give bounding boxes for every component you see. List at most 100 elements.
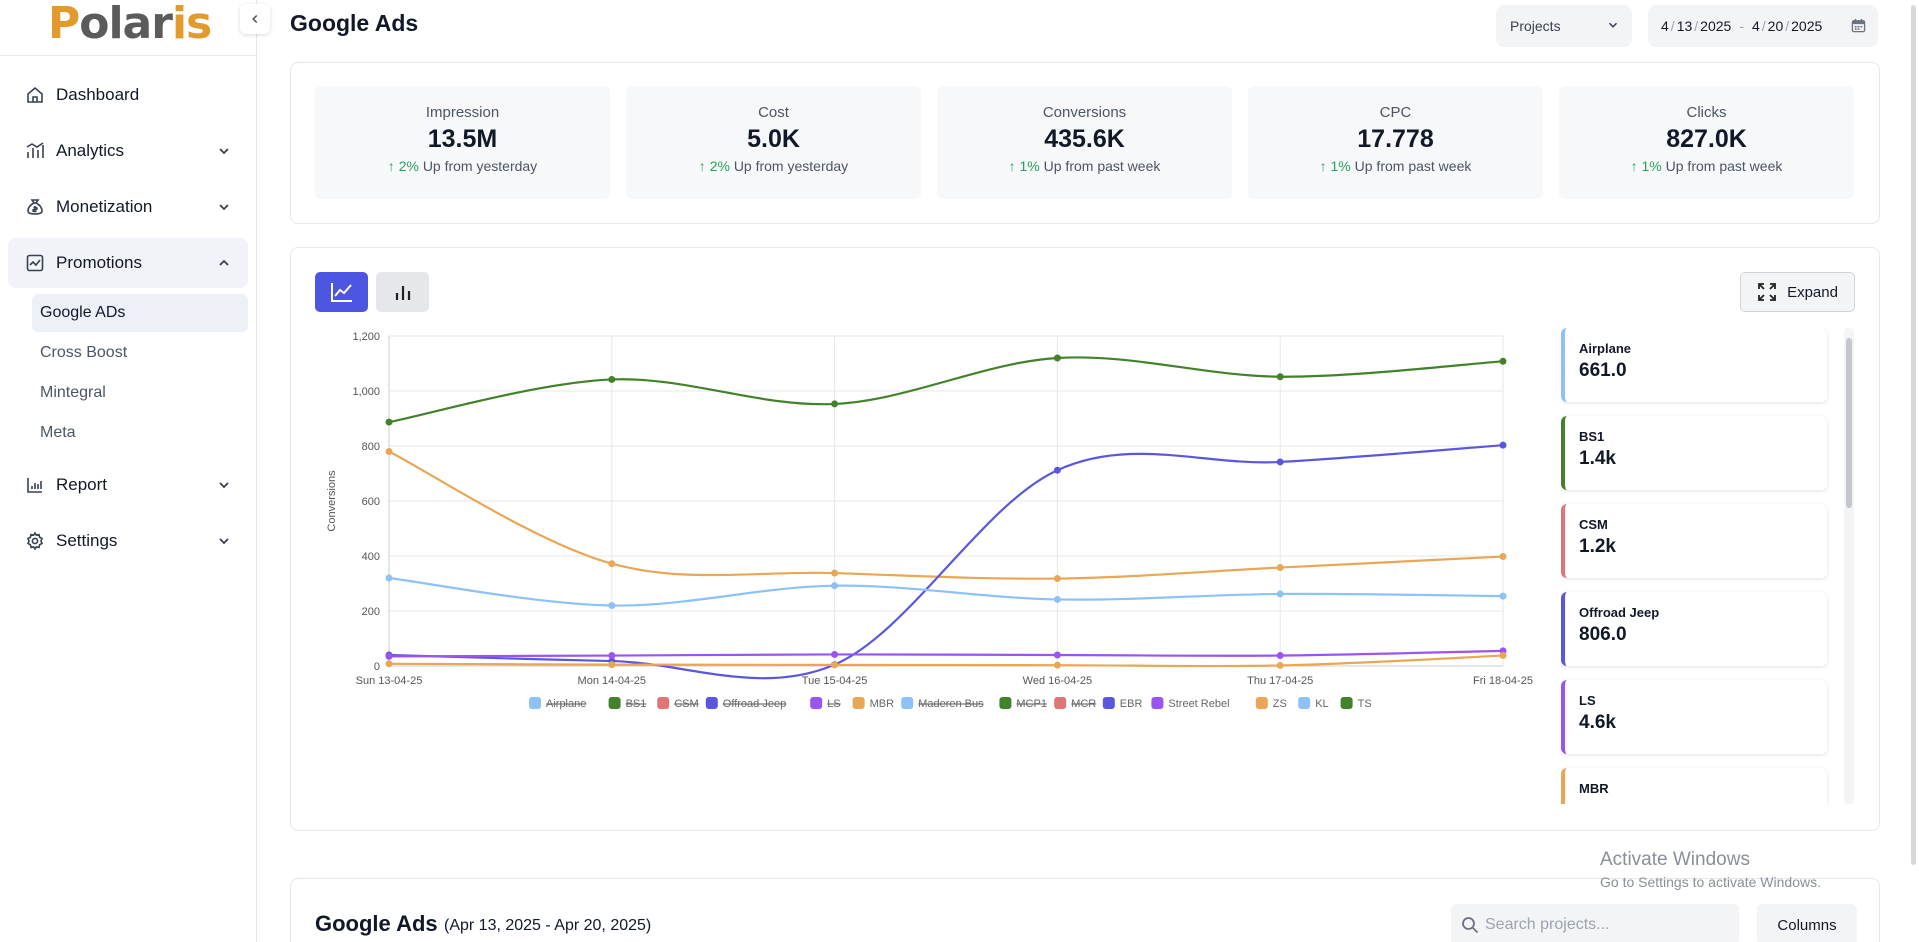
- start-day[interactable]: 13: [1677, 18, 1693, 34]
- legend-item[interactable]: LS: [810, 697, 841, 710]
- legend-label: CSM: [674, 698, 698, 710]
- sidebar-item-label: Settings: [56, 531, 118, 550]
- chevron-left-icon: [252, 14, 258, 24]
- series-card-mbr[interactable]: MBR: [1561, 768, 1827, 804]
- legend-item[interactable]: Maderen Bus: [901, 697, 984, 710]
- series-card-name: MBR: [1579, 781, 1609, 796]
- legend-swatch: [705, 697, 718, 709]
- legend-item[interactable]: KL: [1298, 697, 1329, 710]
- y-tick-label: 0: [374, 661, 380, 673]
- legend-item[interactable]: Offroad Jeep: [705, 697, 786, 710]
- y-tick-label: 200: [362, 606, 380, 618]
- stat-delta-note: Up from past week: [1665, 158, 1783, 174]
- stat-delta-percent: 2%: [709, 158, 730, 174]
- sidebar-item-report[interactable]: Report: [8, 460, 248, 510]
- legend-label: MCP1: [1016, 698, 1047, 710]
- line-chart-toggle[interactable]: [315, 272, 368, 312]
- stat-label: CPC: [1379, 104, 1412, 121]
- legend-swatch: [657, 697, 670, 709]
- legend-item[interactable]: Street Rebel: [1151, 697, 1230, 710]
- legend-item[interactable]: TS: [1340, 697, 1372, 710]
- bar-chart-toggle[interactable]: [376, 272, 429, 312]
- legend-item[interactable]: MBR: [852, 697, 895, 710]
- end-month[interactable]: 4: [1752, 18, 1760, 34]
- legend-item[interactable]: MCP1: [999, 697, 1047, 710]
- series-card-offroad-jeep[interactable]: Offroad Jeep 806.0: [1561, 592, 1827, 666]
- series-card-airplane[interactable]: Airplane 661.0: [1561, 328, 1827, 402]
- projects-select[interactable]: Projects: [1496, 5, 1632, 47]
- legend-item[interactable]: BS1: [608, 697, 647, 710]
- legend-label: TS: [1358, 698, 1372, 710]
- page-scrollbar-thumb[interactable]: [1911, 5, 1916, 865]
- data-point: [1499, 357, 1507, 365]
- series-panel-scrollbar[interactable]: [1844, 328, 1854, 804]
- legend-item[interactable]: CSM: [657, 697, 699, 710]
- data-point: [385, 652, 393, 660]
- sidebar-subitem-cross-boost[interactable]: Cross Boost: [32, 334, 248, 372]
- search-input[interactable]: [1451, 904, 1739, 942]
- data-point: [1276, 661, 1284, 669]
- series-card-bs1[interactable]: BS1 1.4k: [1561, 416, 1827, 490]
- end-year[interactable]: 2025: [1791, 18, 1822, 34]
- legend-label: BS1: [626, 698, 647, 710]
- legend-item[interactable]: MCR: [1054, 697, 1096, 710]
- stat-delta: ↑ 2% Up from yesterday: [626, 158, 921, 174]
- arrow-up-icon: ↑: [1319, 158, 1327, 174]
- bar-chart-icon: [395, 286, 410, 300]
- data-point: [385, 448, 393, 455]
- series-card-csm[interactable]: CSM 1.2k: [1561, 504, 1827, 578]
- legend-swatch: [810, 697, 823, 709]
- stat-delta: ↑ 1% Up from past week: [1248, 158, 1543, 174]
- sidebar-subitem-mintegral[interactable]: Mintegral: [32, 374, 248, 412]
- legend-swatch: [901, 697, 914, 709]
- expand-button[interactable]: Expand: [1740, 272, 1855, 312]
- legend-item[interactable]: EBR: [1102, 697, 1143, 710]
- y-tick-label: 600: [362, 496, 380, 508]
- legend-item[interactable]: ZS: [1255, 697, 1287, 710]
- chevron-down-icon: [219, 482, 229, 489]
- polaris-logo[interactable]: Polaris: [48, 0, 212, 46]
- data-point: [831, 650, 839, 658]
- sidebar-subitem-meta[interactable]: Meta: [32, 414, 248, 452]
- stat-delta-note: Up from past week: [1043, 158, 1161, 174]
- line-chart-icon: [330, 283, 352, 302]
- page-scrollbar[interactable]: [1908, 0, 1919, 942]
- data-point: [1053, 661, 1061, 669]
- columns-button[interactable]: Columns: [1757, 904, 1857, 942]
- start-month[interactable]: 4: [1661, 18, 1669, 34]
- legend-label: ZS: [1273, 698, 1287, 710]
- data-point: [608, 652, 616, 660]
- arrow-up-icon: ↑: [1008, 158, 1016, 174]
- date-range-picker[interactable]: 4/13/2025 - 4/20/2025: [1648, 5, 1878, 47]
- data-point: [1053, 354, 1061, 362]
- legend-swatch: [1151, 697, 1164, 709]
- data-point: [608, 560, 616, 568]
- scrollbar-thumb[interactable]: [1846, 338, 1852, 508]
- stat-impression: Impression 13.5M ↑ 2% Up from yesterday: [315, 86, 610, 199]
- legend-label: LS: [827, 698, 840, 710]
- sidebar-item-promotions[interactable]: Promotions: [8, 238, 248, 288]
- sidebar-item-monetization[interactable]: Monetization: [8, 182, 248, 232]
- end-day[interactable]: 20: [1768, 18, 1784, 34]
- report-icon: [24, 474, 46, 496]
- sidebar-item-settings[interactable]: Settings: [8, 516, 248, 566]
- page-title: Google Ads: [290, 10, 419, 36]
- start-year[interactable]: 2025: [1700, 18, 1731, 34]
- x-tick-label: Wed 16-04-25: [1023, 675, 1093, 687]
- x-tick-label: Fri 18-04-25: [1473, 675, 1533, 687]
- stat-delta: ↑ 2% Up from yesterday: [315, 158, 610, 174]
- sidebar: Polaris Dashboard Analytics Monetization: [0, 0, 257, 942]
- sidebar-nav: Dashboard Analytics Monetization Promoti…: [8, 70, 248, 572]
- collapse-sidebar-button[interactable]: [240, 4, 270, 34]
- series-card-name: Airplane: [1579, 341, 1632, 356]
- calendar-icon[interactable]: [1851, 18, 1866, 33]
- data-point: [1053, 595, 1061, 603]
- table-date-range: (Apr 13, 2025 - Apr 20, 2025): [444, 917, 652, 934]
- sidebar-item-analytics[interactable]: Analytics: [8, 126, 248, 176]
- sidebar-item-dashboard[interactable]: Dashboard: [8, 70, 248, 120]
- x-tick-label: Thu 17-04-25: [1247, 675, 1313, 687]
- legend-item[interactable]: Airplane: [529, 697, 586, 710]
- series-card-ls[interactable]: LS 4.6k: [1561, 680, 1827, 754]
- sidebar-subitem-google-ads[interactable]: Google ADs: [32, 294, 248, 332]
- chart-legend: Airplane BS1 CSM Offroad Jeep LS MBR Maderen B…: [529, 697, 1372, 710]
